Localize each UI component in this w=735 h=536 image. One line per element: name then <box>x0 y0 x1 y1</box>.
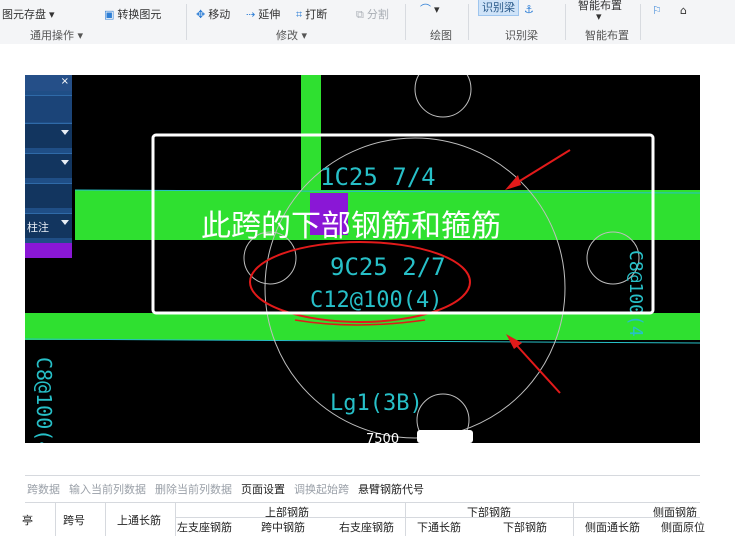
canvas-top-area <box>25 44 700 75</box>
page-setup-button[interactable]: 页面设置 <box>241 481 285 497</box>
rebar-table-panel: 跨数据 输入当前列数据 删除当前列数据 页面设置 调换起始跨 悬臂钢筋代号 亭 … <box>22 475 705 536</box>
flag-icon[interactable]: ⚐ <box>652 5 662 16</box>
ribbon-separator <box>468 4 469 40</box>
table-header: 跨中钢筋 <box>261 521 305 534</box>
table-header: 下通长筋 <box>417 521 461 534</box>
left-vertical-annotation: C8@100(4 <box>32 357 56 443</box>
callout-text: 此跨的下部钢筋和箍筋 <box>201 209 501 244</box>
panel-row[interactable] <box>25 95 72 122</box>
extend-button[interactable]: ⇢ 延伸 <box>246 6 280 22</box>
panel-purple-strip <box>25 243 72 258</box>
toolbar-item[interactable]: 跨数据 <box>27 481 60 497</box>
anchor-icon: ⚓ <box>524 3 534 16</box>
table-header: 左支座钢筋 <box>177 521 232 534</box>
ribbon-separator <box>565 4 566 40</box>
chevron-down-icon <box>61 220 69 225</box>
break-icon: ⌗ <box>296 7 303 21</box>
toolbar-item[interactable]: 输入当前列数据 <box>69 481 146 497</box>
right-vertical-annotation: C8@100(4 <box>625 250 646 337</box>
split-icon: ⧉ <box>356 7 364 21</box>
group-common-ops[interactable]: 通用操作 ▾ <box>30 27 83 43</box>
chevron-down-icon[interactable]: ▾ <box>596 10 602 23</box>
split-button[interactable]: ⧉ 分割 <box>356 6 389 22</box>
right-strip <box>700 44 735 535</box>
draw-arc-button[interactable]: ⌒ ▾ <box>420 4 440 15</box>
roof-icon[interactable]: ⌂ <box>680 5 687 16</box>
table-header: 侧面原位 <box>661 521 705 534</box>
left-strip <box>0 44 25 535</box>
cantilever-code-button[interactable]: 悬臂钢筋代号 <box>358 481 424 497</box>
annotation-bottom-1: 9C25 2/7 <box>330 253 446 281</box>
save-element-button[interactable]: 图元存盘 ▾ <box>2 6 55 22</box>
identify-beam-button[interactable]: 识别梁 <box>478 0 519 16</box>
chevron-down-icon <box>61 160 69 165</box>
move-button[interactable]: ✥ 移动 <box>196 6 230 22</box>
ribbon-separator <box>640 4 641 40</box>
group-smart-layout: 智能布置 <box>585 29 629 42</box>
ribbon-separator <box>405 4 406 40</box>
table-header: 右支座钢筋 <box>339 521 394 534</box>
panel-dropdown[interactable] <box>25 123 72 148</box>
table-header: 下部钢筋 <box>503 521 547 534</box>
convert-icon: ▣ <box>104 7 115 21</box>
panel-row[interactable] <box>25 183 72 208</box>
beam-band-lower <box>25 313 700 340</box>
dimension-block <box>417 430 473 443</box>
group-draw: 绘图 <box>430 29 452 42</box>
arc-icon: ⌒ <box>420 3 431 16</box>
cad-canvas[interactable]: 1C25 7/4 9C25 2/7 C12@100(4) Lg1(3B) C8@… <box>25 75 700 443</box>
extend-icon: ⇢ <box>246 7 256 21</box>
ribbon-toolbar: 图元存盘 ▾ ▣ 转换图元 通用操作 ▾ ✥ 移动 ⇢ 延伸 ⌗ 打断 ⧉ 分割… <box>0 0 735 45</box>
panel-header: × <box>25 75 72 91</box>
table-header: 侧面通长筋 <box>585 521 640 534</box>
convert-element-button[interactable]: ▣ 转换图元 <box>104 6 161 22</box>
bubble-circle <box>414 75 472 118</box>
table-header: 亭 <box>22 514 33 527</box>
beam-label: Lg1(3B) <box>330 391 423 416</box>
group-identify-beam: 识别梁 <box>505 29 538 42</box>
panel-dropdown[interactable] <box>25 153 72 178</box>
panel-dropdown[interactable]: 柱注 <box>25 213 72 238</box>
chevron-down-icon: ▾ <box>49 7 55 21</box>
dimension-text: 7500 <box>366 432 399 443</box>
property-panel: × 柱注 <box>25 75 72 258</box>
break-button[interactable]: ⌗ 打断 <box>296 6 327 22</box>
annotation-top: 1C25 7/4 <box>320 163 436 191</box>
close-icon[interactable]: × <box>61 76 69 87</box>
ribbon-separator <box>186 4 187 40</box>
table-header: 跨号 <box>63 514 85 527</box>
annotation-bottom-2: C12@100(4) <box>310 288 442 313</box>
group-modify[interactable]: 修改 ▾ <box>276 27 307 43</box>
chevron-down-icon: ▾ <box>434 3 440 16</box>
toolbar-item[interactable]: 调换起始跨 <box>294 481 349 497</box>
move-icon: ✥ <box>196 7 206 21</box>
chevron-down-icon <box>61 130 69 135</box>
table-toolbar: 跨数据 输入当前列数据 删除当前列数据 页面设置 调换起始跨 悬臂钢筋代号 <box>25 476 702 502</box>
table-header: 上通长筋 <box>117 514 161 527</box>
toolbar-item[interactable]: 删除当前列数据 <box>155 481 232 497</box>
anchor-button[interactable]: ⚓ <box>524 4 534 15</box>
cad-drawing[interactable]: 1C25 7/4 9C25 2/7 C12@100(4) Lg1(3B) C8@… <box>25 75 700 443</box>
